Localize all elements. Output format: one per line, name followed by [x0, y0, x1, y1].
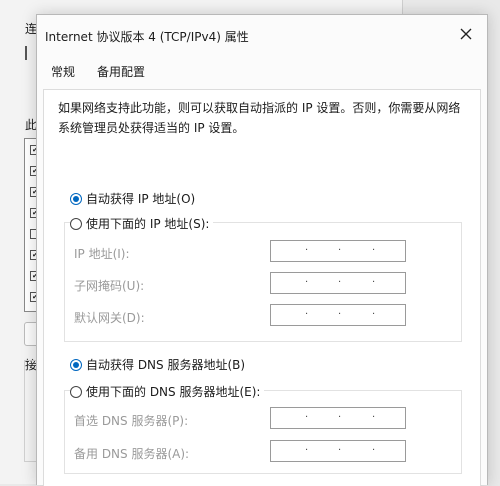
octet-separator: · — [338, 309, 342, 320]
radio-manual-dns-label: 使用下面的 DNS 服务器地址(E): — [86, 385, 261, 399]
octet-separator: · — [305, 412, 309, 423]
radio-auto-dns[interactable]: 自动获得 DNS 服务器地址(B) — [70, 356, 245, 373]
octet-separator: · — [305, 309, 309, 320]
subnet-mask-input[interactable]: · · · — [270, 272, 406, 294]
close-icon — [460, 28, 472, 40]
preferred-dns-label: 首选 DNS 服务器(P): — [74, 414, 189, 428]
radio-manual-ip-label: 使用下面的 IP 地址(S): — [86, 217, 210, 231]
alternate-dns-label: 备用 DNS 服务器(A): — [74, 447, 190, 461]
subnet-mask-label: 子网掩码(U): — [74, 279, 145, 293]
octet-separator: · — [338, 412, 342, 423]
tab-alternate-configuration[interactable]: 备用配置 — [91, 61, 151, 87]
tab-general[interactable]: 常规 — [45, 61, 81, 87]
dialog-title: Internet 协议版本 4 (TCP/IPv4) 属性 — [45, 30, 249, 44]
octet-separator: · — [372, 245, 376, 256]
ip-address-input[interactable]: · · · — [270, 240, 406, 262]
alternate-dns-input[interactable]: · · · — [270, 440, 406, 462]
octet-separator: · — [372, 309, 376, 320]
octet-separator: · — [372, 445, 376, 456]
radio-auto-dns-label: 自动获得 DNS 服务器地址(B) — [86, 358, 246, 372]
octet-separator: · — [305, 277, 309, 288]
octet-separator: · — [372, 277, 376, 288]
default-gateway-label: 默认网关(D): — [74, 311, 145, 325]
background-window-edge — [25, 46, 35, 60]
close-button[interactable] — [455, 23, 477, 45]
octet-separator: · — [305, 445, 309, 456]
octet-separator: · — [338, 277, 342, 288]
radio-auto-ip-label: 自动获得 IP 地址(O) — [86, 192, 196, 206]
radio-manual-dns[interactable]: 使用下面的 DNS 服务器地址(E): — [70, 383, 265, 400]
tab-bar: 常规 备用配置 — [37, 61, 487, 87]
radio-manual-ip[interactable]: 使用下面的 IP 地址(S): — [70, 215, 214, 232]
tcpipv4-properties-dialog: Internet 协议版本 4 (TCP/IPv4) 属性 常规 备用配置 如果… — [36, 14, 488, 486]
ip-address-label: IP 地址(I): — [74, 247, 130, 261]
radio-selected-indicator — [70, 358, 82, 371]
description-text: 如果网络支持此功能，则可以获取自动指派的 IP 设置。否则，你需要从网络系统管理… — [58, 101, 461, 135]
preferred-dns-input[interactable]: · · · — [270, 407, 406, 429]
radio-auto-ip[interactable]: 自动获得 IP 地址(O) — [70, 190, 195, 207]
default-gateway-input[interactable]: · · · — [270, 304, 406, 326]
dialog-titlebar[interactable]: Internet 协议版本 4 (TCP/IPv4) 属性 — [37, 15, 487, 53]
octet-separator: · — [338, 445, 342, 456]
octet-separator: · — [305, 245, 309, 256]
octet-separator: · — [338, 245, 342, 256]
radio-unselected-indicator — [70, 385, 82, 398]
octet-separator: · — [372, 412, 376, 423]
radio-selected-indicator — [70, 192, 82, 205]
radio-unselected-indicator — [70, 217, 82, 230]
general-tab-panel: 如果网络支持此功能，则可以获取自动指派的 IP 设置。否则，你需要从网络系统管理… — [43, 89, 481, 486]
